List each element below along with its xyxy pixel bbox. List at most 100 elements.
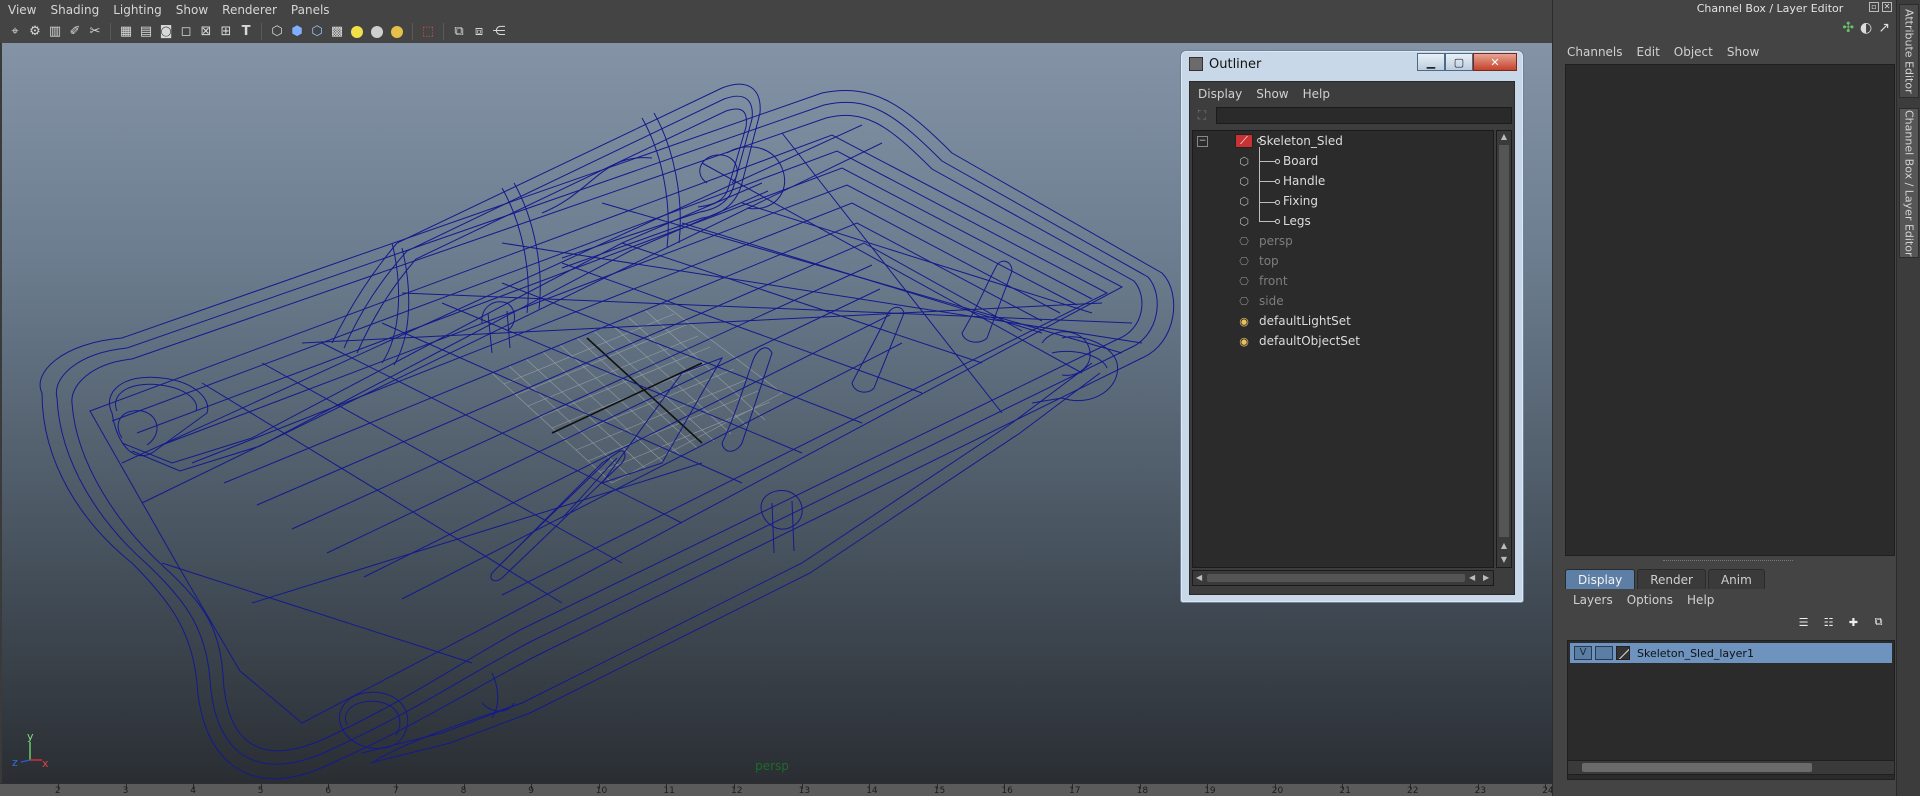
smooth-shade-icon[interactable]: ⬢ xyxy=(288,23,306,41)
half-circle-icon[interactable]: ◐ xyxy=(1860,20,1872,36)
panel-menubar: View Shading Lighting Show Renderer Pane… xyxy=(0,0,1552,20)
new-layer-selected-icon[interactable]: ⧉ xyxy=(1869,614,1888,630)
shadows-icon[interactable] xyxy=(388,23,406,41)
outliner-titlebar[interactable]: Outliner ▁ ▢ ✕ xyxy=(1181,51,1523,79)
tab-attribute-editor[interactable]: Attribute Editor xyxy=(1899,4,1919,98)
outliner-filter-input[interactable] xyxy=(1216,107,1512,124)
outliner-vertical-scrollbar[interactable]: ▲ ▲ ▼ xyxy=(1496,130,1512,568)
default-light-icon[interactable] xyxy=(348,23,366,41)
panel-splitter[interactable] xyxy=(1663,560,1793,563)
textured-icon[interactable]: ▩ xyxy=(328,23,346,41)
panel-toolbar: ⌖ ⚙ ▥ ✐ ✂ ▦ ▤ ◙ ◻ ⊠ ⊞ T ⬡ ⬢ ⬡ ▩ ⬚ ⧉ ⧈ ⋲ xyxy=(0,20,1552,43)
outliner-node-board[interactable]: ⬡ Board xyxy=(1235,151,1493,171)
resolution-gate-icon[interactable]: ▤ xyxy=(137,23,155,41)
all-lights-icon[interactable] xyxy=(368,23,386,41)
close-button[interactable]: ✕ xyxy=(1473,53,1517,71)
camera-icon: ⎔ xyxy=(1239,254,1249,268)
outliner-menu-help[interactable]: Help xyxy=(1303,87,1330,101)
hud-icon[interactable]: T xyxy=(237,23,255,41)
layer-visibility-toggle[interactable]: V xyxy=(1574,646,1592,660)
menu-shading[interactable]: Shading xyxy=(43,0,106,20)
bookmark-icon[interactable]: ▥ xyxy=(46,23,64,41)
filter-icon[interactable]: ⛶ xyxy=(1194,107,1210,123)
transform-icon[interactable]: ✣ xyxy=(1842,20,1854,36)
field-chart-icon[interactable]: ◻ xyxy=(177,23,195,41)
layer-color-swatch[interactable] xyxy=(1616,646,1630,660)
outliner-node-handle[interactable]: ⬡ Handle xyxy=(1235,171,1493,191)
outliner-tree[interactable]: − ⟋ Skeleton_Sled ⬡ Board ⬡ Handle ⬡ Fix… xyxy=(1192,130,1494,568)
menu-lighting[interactable]: Lighting xyxy=(106,0,169,20)
outliner-node-default-light-set[interactable]: ◉ defaultLightSet xyxy=(1235,311,1493,331)
close-panel-icon[interactable]: ✕ xyxy=(1882,2,1892,12)
tab-channel-box[interactable]: Channel Box / Layer Editor xyxy=(1899,108,1919,258)
scroll-right-icon[interactable]: ▶ xyxy=(1483,573,1489,582)
outliner-node-default-object-set[interactable]: ◉ defaultObjectSet xyxy=(1235,331,1493,351)
layer-menu-layers[interactable]: Layers xyxy=(1573,593,1613,607)
gate-mask-icon[interactable]: ⊠ xyxy=(197,23,215,41)
tab-render[interactable]: Render xyxy=(1637,569,1706,589)
layer-menu-help[interactable]: Help xyxy=(1687,593,1714,607)
outliner-node-top[interactable]: ⎔ top xyxy=(1235,251,1493,271)
camera-icon: ⎔ xyxy=(1239,274,1249,288)
safe-action-icon[interactable]: ◙ xyxy=(157,23,175,41)
xray-joints-icon[interactable]: ⧈ xyxy=(470,23,488,41)
menu-renderer[interactable]: Renderer xyxy=(215,0,284,20)
timeline-tick-label: 21 xyxy=(1339,786,1351,796)
channel-box-area[interactable] xyxy=(1565,64,1895,556)
outliner-menu-display[interactable]: Display xyxy=(1198,87,1242,101)
layer-horizontal-scrollbar[interactable] xyxy=(1567,760,1895,775)
scroll-up-icon[interactable]: ▲ xyxy=(1499,541,1509,551)
new-layer-icon[interactable]: ✚ xyxy=(1844,614,1863,630)
move-layer-down-icon[interactable]: ☷ xyxy=(1819,614,1838,630)
scroll-thumb[interactable] xyxy=(1207,574,1465,582)
outliner-window[interactable]: Outliner ▁ ▢ ✕ Display Show Help ⛶ − ⟋ S… xyxy=(1180,50,1524,603)
layer-row[interactable]: V Skeleton_Sled_layer1 xyxy=(1570,643,1892,663)
menu-show[interactable]: Show xyxy=(169,0,215,20)
outliner-node-persp[interactable]: ⎔ persp xyxy=(1235,231,1493,251)
time-slider[interactable]: 23456789101112131415161718192021222324 xyxy=(0,783,1552,796)
scroll-thumb[interactable] xyxy=(1582,763,1812,772)
tab-anim[interactable]: Anim xyxy=(1707,569,1765,589)
xray-icon[interactable]: ⧉ xyxy=(450,23,468,41)
scroll-left-icon[interactable]: ◀ xyxy=(1469,573,1475,582)
layer-menu-options[interactable]: Options xyxy=(1627,593,1673,607)
isolate-select-icon[interactable]: ⬚ xyxy=(419,23,437,41)
scroll-up-icon[interactable]: ▲ xyxy=(1499,132,1509,142)
scroll-down-icon[interactable]: ▼ xyxy=(1499,555,1509,565)
pick-icon[interactable]: ↗ xyxy=(1878,20,1890,36)
share-icon[interactable]: ⋲ xyxy=(490,23,508,41)
layer-playback-toggle[interactable] xyxy=(1595,646,1613,660)
outliner-node-front[interactable]: ⎔ front xyxy=(1235,271,1493,291)
image-plane-icon[interactable]: ✐ xyxy=(66,23,84,41)
window-controls: ▁ ▢ ✕ xyxy=(1417,53,1517,71)
minimize-button[interactable]: ▁ xyxy=(1417,53,1445,71)
outliner-horizontal-scrollbar[interactable]: ◀ ◀ ▶ xyxy=(1192,570,1494,586)
grid-icon[interactable]: ▦ xyxy=(117,23,135,41)
outliner-node-side[interactable]: ⎔ side xyxy=(1235,291,1493,311)
maximize-button[interactable]: ▢ xyxy=(1445,53,1473,71)
float-panel-icon[interactable]: ▫ xyxy=(1869,2,1879,12)
scroll-left-icon[interactable]: ◀ xyxy=(1196,573,1202,582)
move-layer-up-icon[interactable]: ☰ xyxy=(1794,614,1813,630)
scroll-thumb[interactable] xyxy=(1499,145,1509,537)
menu-view[interactable]: View xyxy=(0,0,43,20)
menu-panels[interactable]: Panels xyxy=(284,0,337,20)
outliner-menu-show[interactable]: Show xyxy=(1256,87,1288,101)
tab-display[interactable]: Display xyxy=(1565,569,1636,589)
flat-shade-icon[interactable]: ⬡ xyxy=(308,23,326,41)
film-gate-icon[interactable]: ✂ xyxy=(86,23,104,41)
channel-menu-edit[interactable]: Edit xyxy=(1637,45,1660,59)
layer-editor-menubar: Layers Options Help xyxy=(1573,593,1714,607)
outliner-node-skeleton-sled[interactable]: ⟋ Skeleton_Sled xyxy=(1235,131,1493,151)
layer-list[interactable]: V Skeleton_Sled_layer1 xyxy=(1567,640,1895,780)
channel-menu-show[interactable]: Show xyxy=(1727,45,1759,59)
outliner-node-legs[interactable]: ⬡ Legs xyxy=(1235,211,1493,231)
wireframe-icon[interactable]: ⬡ xyxy=(268,23,286,41)
safe-title-icon[interactable]: ⊞ xyxy=(217,23,235,41)
camera-attributes-icon[interactable]: ⚙ xyxy=(26,23,44,41)
channel-menu-object[interactable]: Object xyxy=(1674,45,1713,59)
collapse-toggle[interactable]: − xyxy=(1197,136,1208,147)
outliner-node-fixing[interactable]: ⬡ Fixing xyxy=(1235,191,1493,211)
channel-menu-channels[interactable]: Channels xyxy=(1567,45,1623,59)
camera-select-icon[interactable]: ⌖ xyxy=(6,23,24,41)
